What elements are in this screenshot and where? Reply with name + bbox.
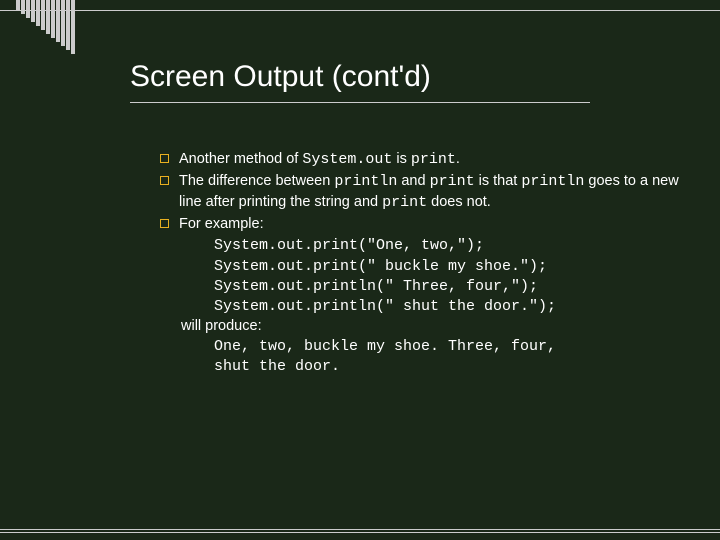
bullet-3-text: For example: — [179, 215, 680, 235]
corner-bars-decoration — [16, 0, 75, 54]
bullet-3: For example: — [160, 215, 680, 235]
code-inline: print — [411, 151, 456, 168]
text: For example: — [179, 216, 264, 232]
bullet-1: Another method of System.out is print. — [160, 150, 680, 170]
bottom-rule — [0, 529, 720, 530]
title-underline — [130, 102, 590, 103]
output-block: One, two, buckle my shoe. Three, four, s… — [214, 337, 680, 378]
bullet-icon — [160, 176, 169, 185]
output-line: One, two, buckle my shoe. Three, four, — [214, 337, 680, 357]
code-block: System.out.print("One, two,"); System.ou… — [214, 236, 680, 317]
text: . — [456, 151, 460, 167]
text: is that — [475, 173, 522, 189]
code-line: System.out.print("One, two,"); — [214, 236, 680, 256]
text: does not. — [427, 194, 491, 210]
bottom-rule-2 — [0, 532, 720, 533]
slide-body: Another method of System.out is print. T… — [160, 150, 680, 377]
bullet-icon — [160, 219, 169, 228]
will-produce: will produce: — [181, 317, 680, 337]
output-line: shut the door. — [214, 357, 680, 377]
text: Another method of — [179, 151, 302, 167]
code-inline: println — [334, 173, 397, 190]
text: is — [392, 151, 411, 167]
code-line: System.out.println(" Three, four,"); — [214, 277, 680, 297]
code-line: System.out.println(" shut the door."); — [214, 297, 680, 317]
code-inline: System.out — [302, 151, 392, 168]
bullet-icon — [160, 154, 169, 163]
code-line: System.out.print(" buckle my shoe."); — [214, 257, 680, 277]
code-inline: print — [382, 194, 427, 211]
bullet-2-text: The difference between println and print… — [179, 172, 680, 213]
top-rule — [0, 10, 720, 11]
slide-title: Screen Output (cont'd) — [130, 60, 431, 94]
text: The difference between — [179, 173, 334, 189]
bullet-2: The difference between println and print… — [160, 172, 680, 213]
code-inline: print — [430, 173, 475, 190]
text: and — [397, 173, 429, 189]
bullet-1-text: Another method of System.out is print. — [179, 150, 680, 170]
code-inline: println — [521, 173, 584, 190]
